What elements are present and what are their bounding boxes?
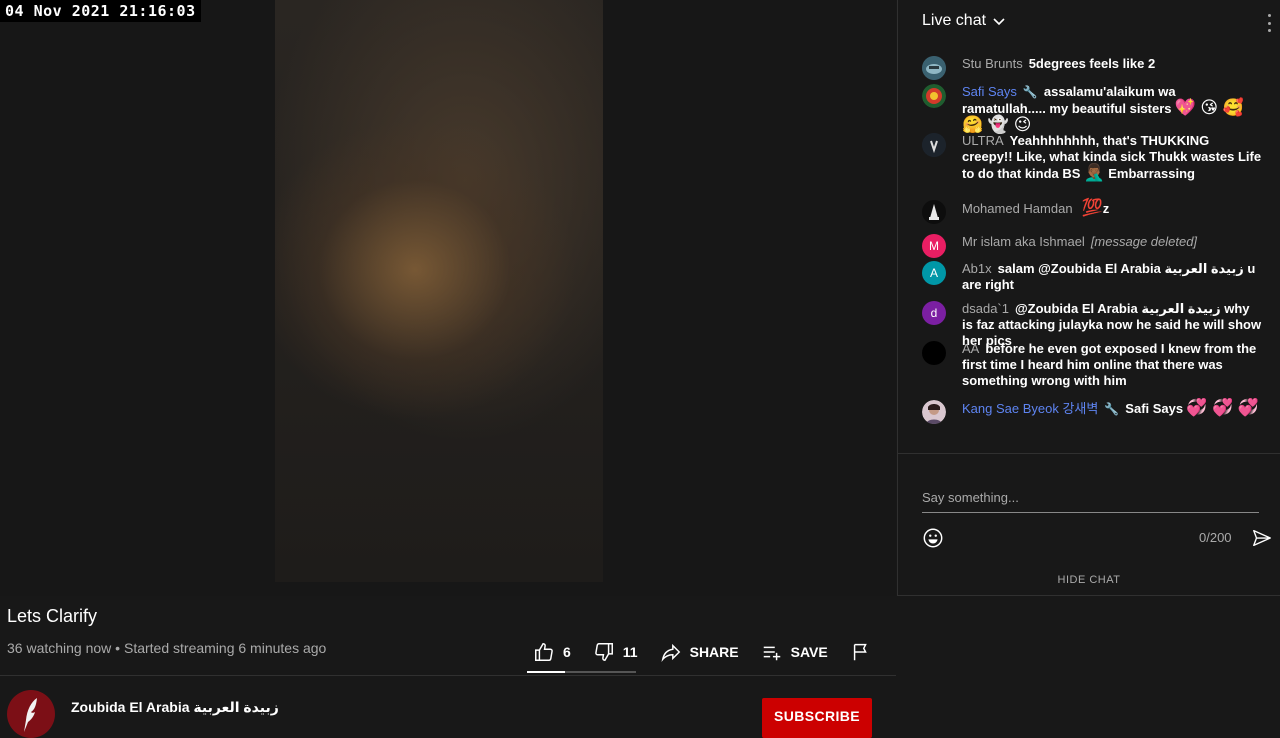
wrench-icon: 🔧 <box>1104 402 1120 416</box>
chat-emojis: 💞 💞 💞 <box>1186 398 1260 417</box>
chat-text: Safi Says <box>1125 401 1184 416</box>
save-label: SAVE <box>790 644 828 660</box>
share-label: SHARE <box>689 644 739 660</box>
chat-emojis: 💯 <box>1081 198 1103 217</box>
thumbs-up-icon <box>535 643 553 661</box>
chat-header-title: Live chat <box>922 12 987 29</box>
sentiment-fill <box>527 671 566 673</box>
video-actions: 6 11 SHARE SAVE <box>527 640 872 664</box>
report-button[interactable] <box>850 641 872 663</box>
watching-count: 36 watching now <box>7 640 112 656</box>
avatar[interactable] <box>922 400 946 424</box>
avatar[interactable] <box>922 341 946 365</box>
channel-avatar[interactable] <box>7 690 55 738</box>
chat-text: salam @Zoubida El Arabia زبيدة العربية u… <box>962 261 1256 292</box>
chat-author[interactable]: Ab1x <box>962 261 992 276</box>
chat-message: Safi Says 🔧 assalamu'alaikum wa ramatullah… <box>922 84 1262 134</box>
chat-author[interactable]: dsada`1 <box>962 301 1009 316</box>
like-button[interactable]: 6 <box>533 641 571 663</box>
chat-message: M Mr islam aka Ishmael [message deleted] <box>922 234 1262 258</box>
subscribe-button[interactable]: SUBSCRIBE <box>762 698 872 738</box>
divider <box>0 675 896 676</box>
share-icon <box>661 643 680 662</box>
chat-author[interactable]: Kang Sae Byeok 강새벽 <box>962 401 1098 416</box>
chat-message: A Ab1x salam @Zoubida El Arabia زبيدة الع… <box>922 261 1262 293</box>
wrench-icon: 🔧 <box>1022 85 1038 99</box>
chat-message: Stu Brunts 5degrees feels like 2 <box>922 56 1262 80</box>
chat-author[interactable]: Safi Says <box>962 84 1017 99</box>
chevron-down-icon <box>993 18 1005 26</box>
channel-name[interactable]: Zoubida El Arabia زبيدة العربية <box>71 699 279 716</box>
thumbs-down-icon <box>594 643 613 661</box>
chat-text: 5degrees feels like 2 <box>1028 56 1156 71</box>
chat-text-continued: Embarrassing <box>1108 166 1195 181</box>
chat-author[interactable]: AA <box>962 341 979 356</box>
save-button[interactable]: SAVE <box>761 641 828 663</box>
video-meta: 36 watching now • Started streaming 6 mi… <box>7 640 326 656</box>
avatar[interactable]: M <box>922 234 946 258</box>
chat-author[interactable]: Stu Brunts <box>962 56 1023 71</box>
emoji-icon[interactable] <box>922 527 944 549</box>
avatar[interactable]: A <box>922 261 946 285</box>
video-frame[interactable] <box>275 0 603 582</box>
chat-text: before he even got exposed I knew from t… <box>962 341 1257 388</box>
flag-icon <box>853 643 867 661</box>
avatar[interactable] <box>922 133 946 157</box>
sentiment-bar <box>527 671 636 673</box>
avatar[interactable] <box>922 84 946 108</box>
chat-message: ULTRA Yeahhhhhhhh, that's THUKKING creepy… <box>922 133 1262 182</box>
avatar[interactable] <box>922 200 946 224</box>
chat-text: [message deleted] <box>1090 234 1198 249</box>
quill-icon <box>24 698 37 732</box>
avatar[interactable]: d <box>922 301 946 325</box>
dislike-button[interactable]: 11 <box>593 641 638 663</box>
more-options-icon[interactable] <box>1266 14 1272 32</box>
timestamp-overlay: 04 Nov 2021 21:16:03 <box>0 0 201 22</box>
video-title: Lets Clarify <box>7 606 98 626</box>
chat-mode-dropdown[interactable]: Live chat <box>922 12 1006 30</box>
video-player[interactable] <box>0 0 896 596</box>
chat-author[interactable]: Mr islam aka Ishmael <box>962 234 1085 249</box>
meta-separator: • <box>111 640 124 656</box>
chat-messages[interactable]: Stu Brunts 5degrees feels like 2 Safi Say… <box>898 50 1280 450</box>
like-count: 6 <box>563 644 571 660</box>
live-chat-panel: Live chat Stu Brunts 5degrees feels like … <box>897 0 1280 596</box>
chat-text: z <box>1102 201 1110 216</box>
chat-emojis: 🤦🏾‍♂️ <box>1083 163 1105 182</box>
chat-message: Kang Sae Byeok 강새벽 🔧 Safi Says 💞 💞 💞 <box>922 398 1262 424</box>
chat-author[interactable]: ULTRA <box>962 133 1004 148</box>
dislike-count: 11 <box>622 644 638 660</box>
playlist-add-icon <box>763 646 780 661</box>
chat-divider <box>898 453 1280 454</box>
chat-message: AA before he even got exposed I knew from… <box>922 341 1262 389</box>
send-icon[interactable] <box>1251 527 1273 549</box>
chat-author[interactable]: Mohamed Hamdan <box>962 201 1073 216</box>
stream-start: Started streaming 6 minutes ago <box>123 640 327 656</box>
share-button[interactable]: SHARE <box>660 641 739 663</box>
avatar[interactable] <box>922 56 946 80</box>
chat-input[interactable]: Say something... <box>922 490 1259 513</box>
chat-message: Mohamed Hamdan 💯z <box>922 198 1262 224</box>
char-counter: 0/200 <box>1199 530 1232 545</box>
hide-chat-button[interactable]: HIDE CHAT <box>898 574 1280 586</box>
